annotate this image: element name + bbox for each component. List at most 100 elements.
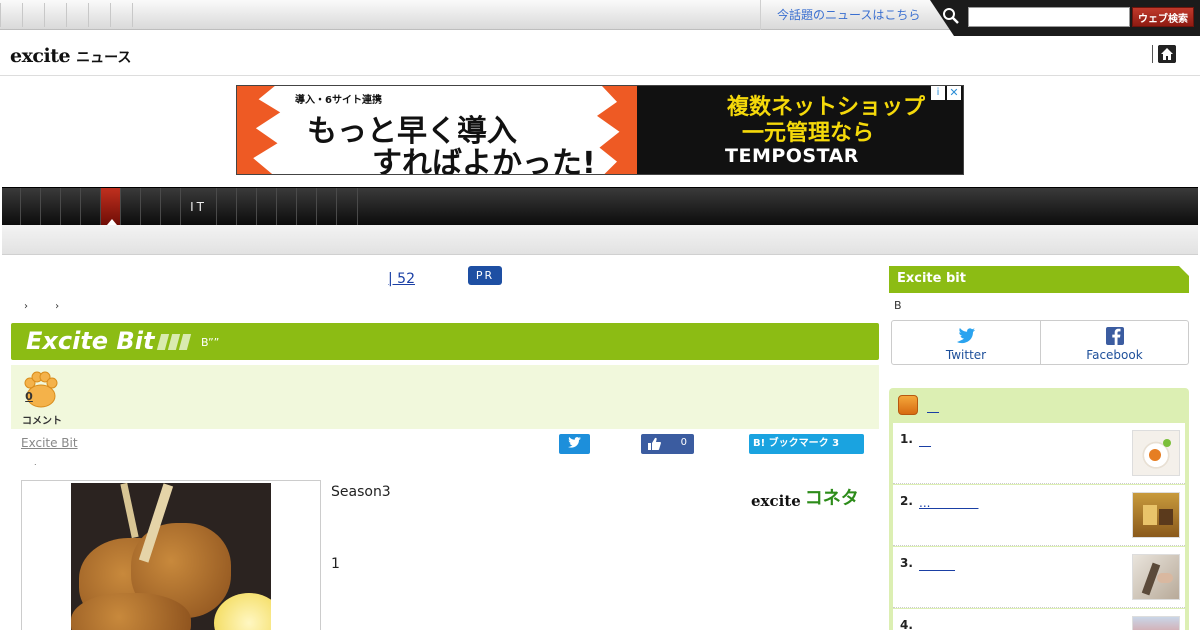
ad-copy-2: 一元管理なら [742,121,875,146]
ranking-number: 1. [900,432,913,446]
konete-brand: excite [751,492,801,510]
category-tab[interactable] [337,188,358,226]
section-title-decoration [156,334,192,350]
ranking-link[interactable]: ...＿＿＿＿ [919,494,978,511]
twitter-follow-button[interactable]: Twitter [892,321,1040,364]
category-tab[interactable] [21,188,41,226]
sidebar-header-corner [1179,266,1189,276]
article-photo-frame [21,480,321,630]
hatena-bookmark-button[interactable]: B! ブックマーク 3 [749,434,864,454]
section-header: Excite Bit B”” [11,323,879,360]
category-tab[interactable] [141,188,161,226]
top-bar-tab[interactable] [88,3,110,27]
category-tab[interactable] [61,188,81,226]
thumbs-up-icon [648,437,661,450]
like-button[interactable]: 0 [641,434,694,454]
divider [1152,45,1153,63]
category-tab[interactable] [217,188,237,226]
category-tab-label: IT [190,200,207,214]
web-search-button[interactable]: ウェブ検索 [1132,7,1194,27]
top-bar-tab[interactable] [44,3,66,27]
ranking-number: 3. [900,556,913,570]
ad-right-panel: 複数ネットショップ 一元管理なら TEMPOSTAR [637,86,963,174]
category-tab[interactable] [81,188,101,226]
ranking-title[interactable]: ＿ [927,398,939,415]
ranking-link[interactable]: ＿＿＿ [919,556,955,573]
section-title: Excite Bit [26,327,155,355]
ranking-item[interactable]: 2. ...＿＿＿＿ [893,485,1185,546]
article-text: 1 [331,556,340,572]
ranking-number: 4. [900,618,913,630]
top-bar-tab[interactable] [0,3,22,27]
article-photo[interactable] [71,483,271,630]
ranking-thumbnail[interactable] [1132,430,1180,476]
section-subtitle: B”” [201,336,220,349]
ad-close-icon[interactable]: ✕ [947,86,961,100]
category-tab[interactable] [277,188,297,226]
headline-link[interactable]: | 52 [388,271,415,287]
excite-konete-logo[interactable]: excite コネタ [751,484,859,510]
facebook-follow-button[interactable]: Facebook [1041,321,1188,364]
category-tab[interactable] [297,188,317,226]
category-tab[interactable] [257,188,277,226]
ranking-thumbnail[interactable] [1132,492,1180,538]
search-icon[interactable] [942,7,960,25]
trending-news-link[interactable]: 今話題のニュースはこちら [760,0,936,30]
sub-nav [2,225,1198,255]
home-icon[interactable] [1158,45,1176,63]
ad-brand: TEMPOSTAR [725,145,859,167]
meta-dot: . [34,458,37,467]
ad-small-text: 導入・6サイト連携 [295,95,382,106]
category-tab[interactable] [237,188,257,226]
category-tab[interactable] [2,188,21,226]
header: excite ニュース [0,31,1200,76]
paw-icon[interactable] [21,369,61,409]
search-input[interactable] [968,7,1130,27]
top-bar-tab[interactable] [22,3,44,27]
article-title: Season3 [331,484,391,500]
excite-news-logo[interactable]: excite ニュース [10,37,131,67]
ad-left-panel: 導入・6サイト連携 もっと早く導入 すればよかった! [237,86,637,174]
pr-badge[interactable]: PR [468,266,502,285]
ranking-box: ＿ 1. ＿ 2. ...＿＿＿＿ 3. ＿＿＿ 4. [889,388,1189,630]
sidebar-title: Excite bit [897,271,966,286]
ranking-item[interactable]: 1. ＿ [893,423,1185,484]
konete-label: コネタ [804,488,859,509]
facebook-icon [1105,327,1124,345]
ad-flame-decoration [237,86,281,174]
category-tab[interactable] [121,188,141,226]
ranking-icon [898,395,918,415]
like-count: 0 [680,437,687,448]
ranking-link[interactable]: ＿ [919,432,931,449]
ranking-item[interactable]: 4. [893,609,1185,630]
ranking-thumbnail[interactable] [1132,616,1180,630]
logo-suffix: ニュース [76,50,132,66]
comment-label: コメント [22,416,62,427]
comment-panel [11,365,879,429]
top-bar-tab[interactable] [66,3,88,27]
ranking-item[interactable]: 3. ＿＿＿ [893,547,1185,608]
category-tab[interactable] [317,188,337,226]
twitter-icon [957,328,975,344]
logo-brand: excite [10,45,71,67]
twitter-icon [568,437,581,448]
ad-info-icon[interactable]: i [931,86,945,100]
comment-count[interactable]: 0 [23,390,35,403]
category-tab-it[interactable]: IT [181,188,217,226]
sidebar-text: B [894,299,902,312]
sidebar-header: Excite bit [889,266,1189,293]
tweet-button[interactable] [559,434,590,454]
source-link[interactable]: Excite Bit [21,436,78,450]
ad-banner[interactable]: 導入・6サイト連携 もっと早く導入 すればよかった! 複数ネットショップ 一元管… [236,85,964,175]
breadcrumb[interactable]: › › [24,301,71,312]
ad-headline-2: すればよかった! [372,146,596,175]
facebook-label: Facebook [1086,348,1143,362]
ranking-thumbnail[interactable] [1132,554,1180,600]
twitter-label: Twitter [945,348,987,362]
category-nav: IT [2,187,1198,226]
follow-box: Twitter Facebook [891,320,1189,365]
top-bar-tab[interactable] [132,3,154,27]
top-bar-tab[interactable] [110,3,132,27]
category-tab[interactable] [41,188,61,226]
category-tab[interactable] [161,188,181,226]
